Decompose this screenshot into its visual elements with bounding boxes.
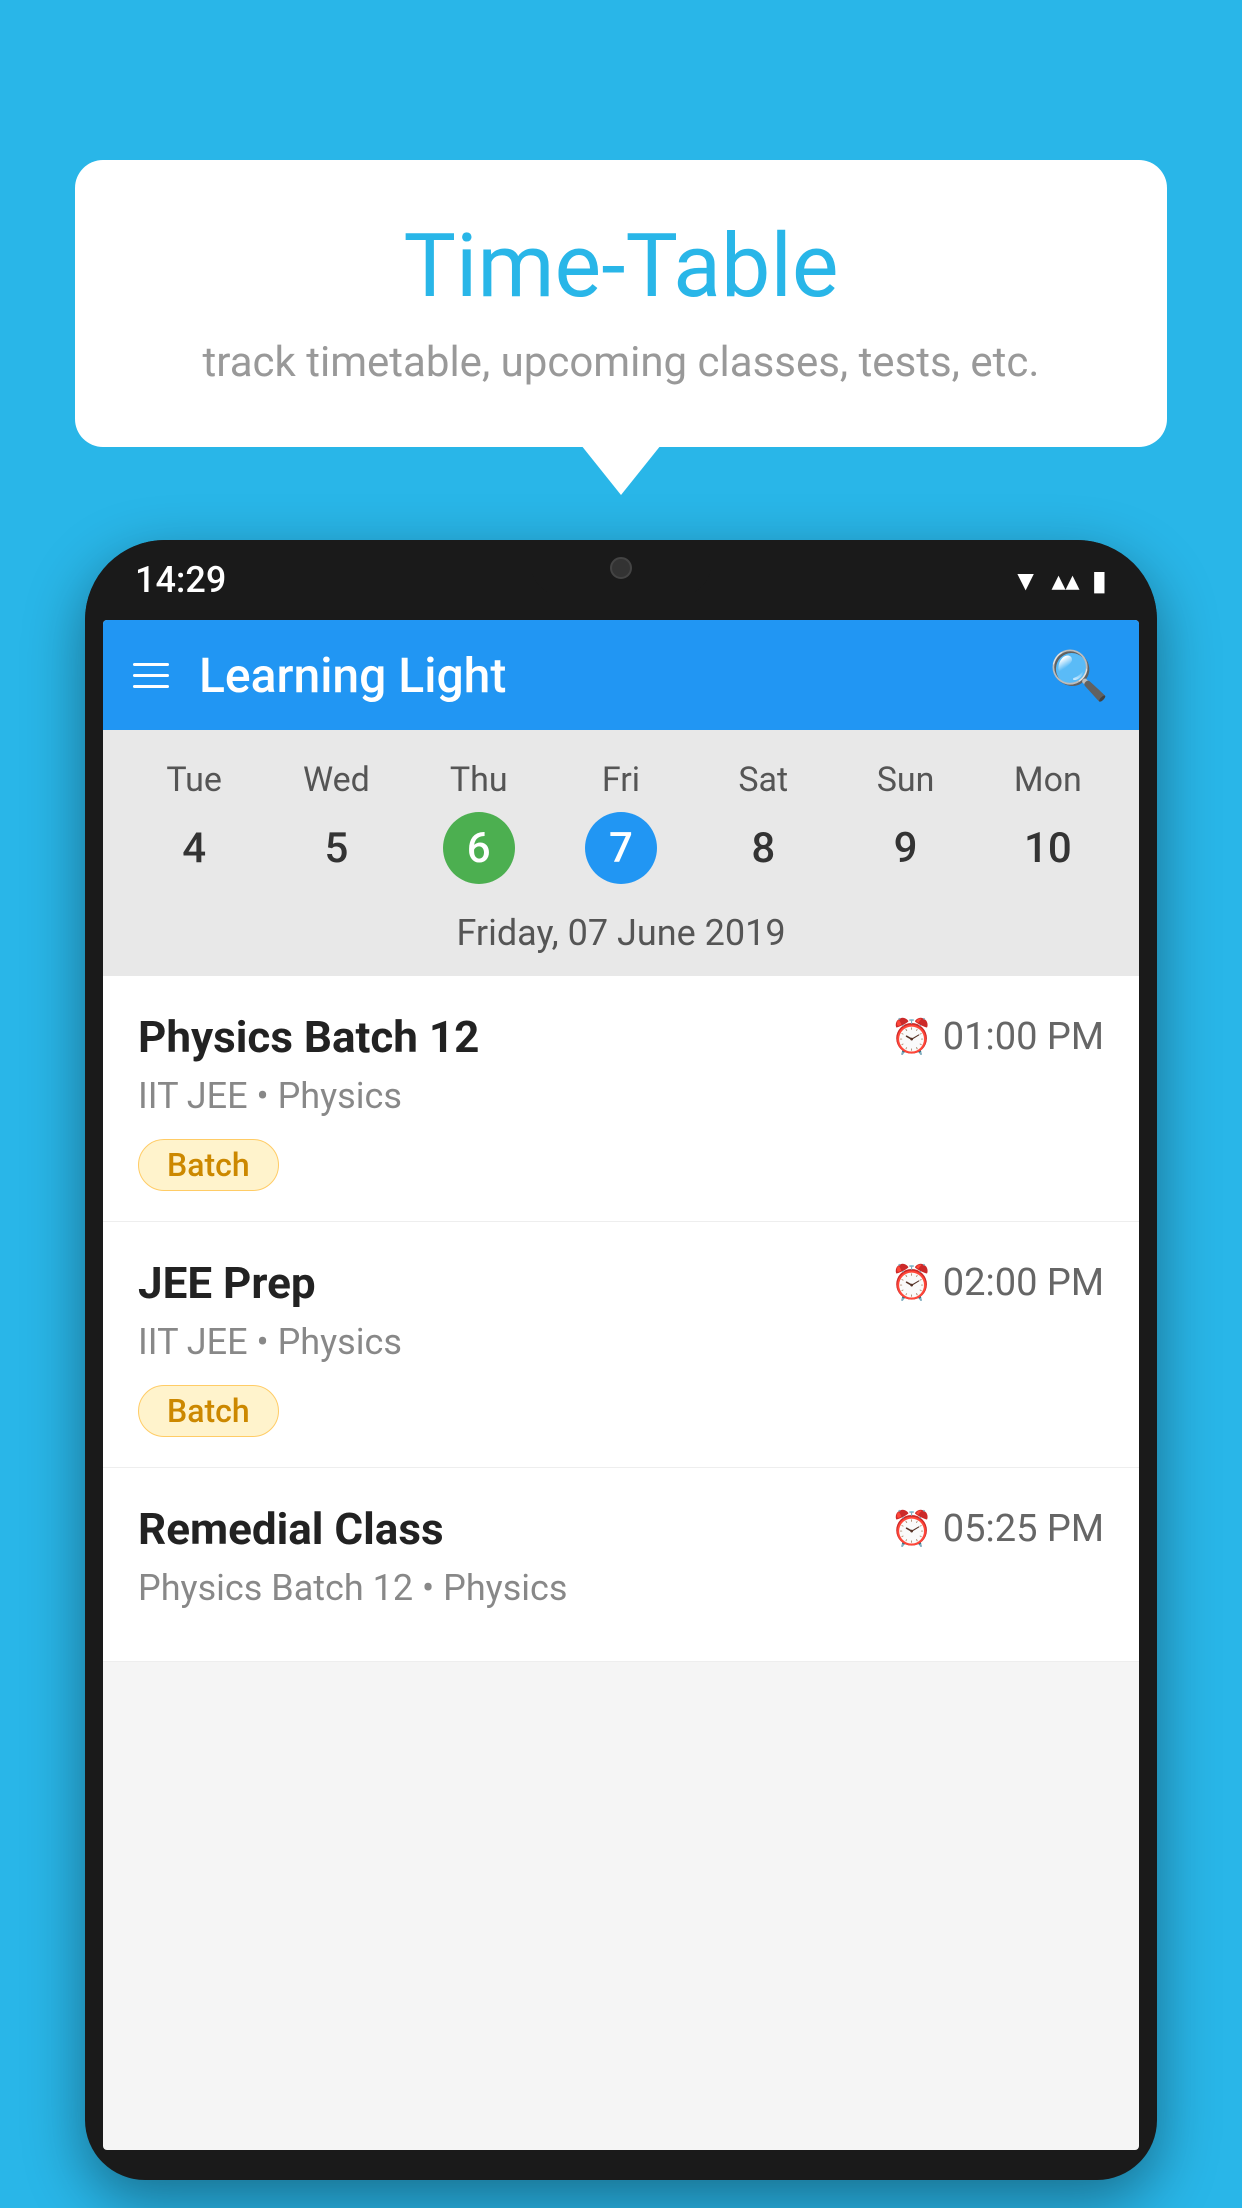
day-col[interactable]: Thu 6: [443, 760, 515, 884]
wifi-icon: ▼: [1012, 564, 1040, 597]
class-item[interactable]: Remedial Class ⏰ 05:25 PM Physics Batch 12…: [103, 1468, 1139, 1662]
search-icon[interactable]: 🔍: [1049, 647, 1109, 704]
hamburger-menu-icon[interactable]: [133, 663, 169, 688]
status-icons: ▼ ▴▴ ▮: [1012, 564, 1107, 597]
speech-bubble-wrapper: Time-Table track timetable, upcoming cla…: [75, 160, 1167, 447]
selected-date-label: Friday, 07 June 2019: [103, 894, 1139, 976]
day-number[interactable]: 8: [727, 812, 799, 884]
day-col[interactable]: Tue 4: [158, 760, 230, 884]
class-name: JEE Prep: [138, 1257, 316, 1309]
day-name: Fri: [602, 760, 640, 800]
class-subject: Physics Batch 12 • Physics: [138, 1567, 1104, 1609]
speech-bubble: Time-Table track timetable, upcoming cla…: [75, 160, 1167, 447]
clock-icon: ⏰: [890, 1509, 932, 1549]
day-number[interactable]: 9: [870, 812, 942, 884]
day-name: Sat: [738, 760, 788, 800]
day-col[interactable]: Wed 5: [300, 760, 372, 884]
day-col[interactable]: Mon 10: [1012, 760, 1084, 884]
class-header: Remedial Class ⏰ 05:25 PM: [138, 1503, 1104, 1555]
day-number[interactable]: 5: [300, 812, 372, 884]
day-number[interactable]: 4: [158, 812, 230, 884]
phone-notch: [531, 540, 711, 595]
status-time: 14:29: [135, 559, 226, 601]
day-name: Wed: [303, 760, 370, 800]
clock-icon: ⏰: [890, 1017, 932, 1057]
class-item[interactable]: JEE Prep ⏰ 02:00 PM IIT JEE • Physics Batch: [103, 1222, 1139, 1468]
clock-icon: ⏰: [890, 1263, 932, 1303]
day-number[interactable]: 10: [1012, 812, 1084, 884]
phone-wrapper: 14:29 ▼ ▴▴ ▮ Learning Light 🔍: [85, 540, 1157, 2208]
day-name: Sun: [877, 760, 935, 800]
class-header: JEE Prep ⏰ 02:00 PM: [138, 1257, 1104, 1309]
day-name: Mon: [1014, 760, 1082, 800]
app-title: Learning Light: [199, 647, 1049, 704]
batch-tag: Batch: [138, 1139, 279, 1191]
class-time: ⏰ 01:00 PM: [890, 1015, 1104, 1059]
class-list: Physics Batch 12 ⏰ 01:00 PM IIT JEE • Phys…: [103, 976, 1139, 1662]
class-time: ⏰ 02:00 PM: [890, 1261, 1104, 1305]
battery-icon: ▮: [1092, 564, 1107, 597]
day-col[interactable]: Fri 7: [585, 760, 657, 884]
day-col[interactable]: Sat 8: [727, 760, 799, 884]
calendar-section: Tue 4 Wed 5 Thu 6 Fri 7 Sat 8 Sun 9 Mon 10 Friday, 07…: [103, 730, 1139, 976]
class-name: Physics Batch 12: [138, 1011, 479, 1063]
class-time: ⏰ 05:25 PM: [890, 1507, 1104, 1551]
class-subject: IIT JEE • Physics: [138, 1075, 1104, 1117]
day-name: Thu: [450, 760, 508, 800]
class-header: Physics Batch 12 ⏰ 01:00 PM: [138, 1011, 1104, 1063]
phone-device: 14:29 ▼ ▴▴ ▮ Learning Light 🔍: [85, 540, 1157, 2180]
day-number[interactable]: 6: [443, 812, 515, 884]
class-name: Remedial Class: [138, 1503, 444, 1555]
app-header: Learning Light 🔍: [103, 620, 1139, 730]
bubble-title: Time-Table: [135, 215, 1107, 318]
class-subject: IIT JEE • Physics: [138, 1321, 1104, 1363]
day-number[interactable]: 7: [585, 812, 657, 884]
app-screen: Learning Light 🔍 Tue 4 Wed 5 Thu 6 Fri 7 Sat 8 Sun…: [103, 620, 1139, 2150]
day-name: Tue: [166, 760, 221, 800]
batch-tag: Batch: [138, 1385, 279, 1437]
signal-icon: ▴▴: [1051, 564, 1079, 597]
days-row: Tue 4 Wed 5 Thu 6 Fri 7 Sat 8 Sun 9 Mon 10: [103, 750, 1139, 894]
class-item[interactable]: Physics Batch 12 ⏰ 01:00 PM IIT JEE • Phys…: [103, 976, 1139, 1222]
front-camera: [610, 557, 632, 579]
day-col[interactable]: Sun 9: [870, 760, 942, 884]
bubble-subtitle: track timetable, upcoming classes, tests…: [135, 338, 1107, 387]
